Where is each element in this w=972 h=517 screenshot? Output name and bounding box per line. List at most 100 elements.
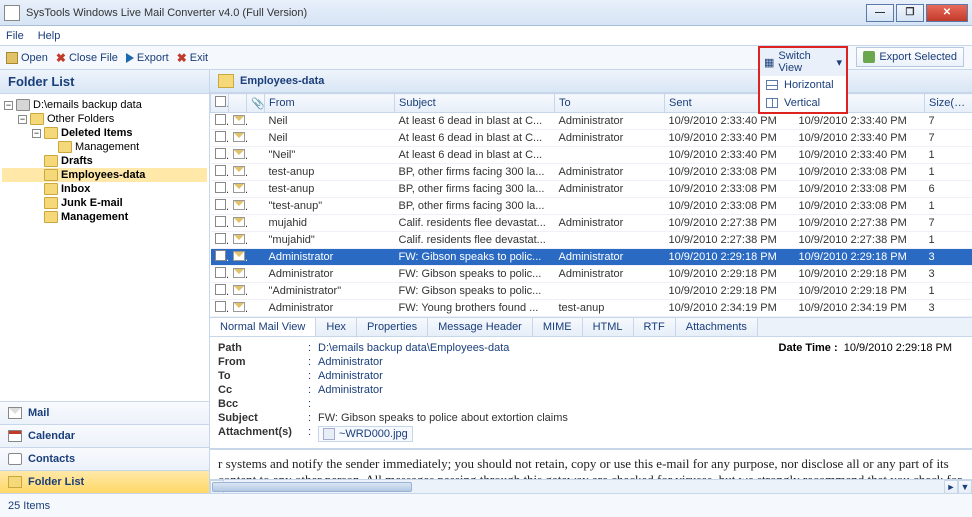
maximize-button[interactable]: ❐ xyxy=(896,4,924,22)
row-checkbox[interactable] xyxy=(215,199,226,210)
tab-properties[interactable]: Properties xyxy=(357,318,428,336)
tab-message-header[interactable]: Message Header xyxy=(428,318,533,336)
table-row[interactable]: "test-anup" BP, other firms facing 300 l… xyxy=(211,198,972,215)
switch-view-label: Switch View xyxy=(778,50,832,74)
row-checkbox[interactable] xyxy=(215,182,226,193)
close-file-button[interactable]: ✖Close File xyxy=(56,51,118,65)
col-flag[interactable]: 📎 xyxy=(247,94,265,113)
cell-size: 1 xyxy=(925,147,972,164)
table-row[interactable]: NeilAt least 6 dead in blast at C...Admi… xyxy=(211,113,972,130)
open-button[interactable]: Open xyxy=(6,52,48,64)
cell-d2: 10/9/2010 2:29:18 PM xyxy=(795,249,925,266)
menu-help[interactable]: Help xyxy=(38,30,61,42)
row-checkbox[interactable] xyxy=(215,131,226,142)
detail-tabs: Normal Mail View Hex Properties Message … xyxy=(210,317,972,337)
table-row[interactable]: AdministratorFW: Young brothers found ..… xyxy=(211,300,972,317)
horizontal-label: Horizontal xyxy=(784,79,834,91)
nav-calendar[interactable]: Calendar xyxy=(0,424,209,447)
window-title: SysTools Windows Live Mail Converter v4.… xyxy=(26,7,864,19)
cell-subject: FW: Gibson speaks to polic... xyxy=(395,266,555,283)
col-from[interactable]: From xyxy=(265,94,395,113)
col-icon[interactable] xyxy=(229,94,247,113)
table-row[interactable]: "Neil" At least 6 dead in blast at C...1… xyxy=(211,147,972,164)
export-selected-button[interactable]: Export Selected xyxy=(856,47,964,67)
folder-icon xyxy=(30,113,44,125)
col-to[interactable]: To xyxy=(555,94,665,113)
table-row[interactable]: "Administrator" FW: Gibson speaks to pol… xyxy=(211,283,972,300)
nav-contacts[interactable]: Contacts xyxy=(0,447,209,470)
col-subject[interactable]: Subject xyxy=(395,94,555,113)
table-row[interactable]: NeilAt least 6 dead in blast at C...Admi… xyxy=(211,130,972,147)
tab-hex[interactable]: Hex xyxy=(316,318,357,336)
table-row[interactable]: mujahidCalif. residents flee devastat...… xyxy=(211,215,972,232)
row-checkbox[interactable] xyxy=(215,114,226,125)
tree-node-management2[interactable]: Management xyxy=(2,210,207,224)
tab-normal[interactable]: Normal Mail View xyxy=(210,318,316,336)
cell-from: Administrator xyxy=(265,266,395,283)
tab-attachments[interactable]: Attachments xyxy=(676,318,758,336)
table-row[interactable]: AdministratorFW: Gibson speaks to polic.… xyxy=(211,266,972,283)
switch-view-button[interactable]: ▦ Switch View ▾ xyxy=(760,48,846,76)
table-row[interactable]: test-anupBP, other firms facing 300 la..… xyxy=(211,181,972,198)
switch-vertical[interactable]: Vertical xyxy=(760,94,846,112)
collapse-icon[interactable]: − xyxy=(4,101,13,110)
tree-node-inbox[interactable]: Inbox xyxy=(2,182,207,196)
folder-icon xyxy=(58,141,72,153)
export-selected-label: Export Selected xyxy=(879,51,957,63)
nav-folder-list[interactable]: Folder List xyxy=(0,470,209,493)
row-checkbox[interactable] xyxy=(215,148,226,159)
tree-node-root[interactable]: −D:\emails backup data xyxy=(2,98,207,112)
col-size[interactable]: Size(KB) xyxy=(925,94,972,113)
cell-from: Neil xyxy=(265,130,395,147)
menu-file[interactable]: File xyxy=(6,30,24,42)
nav-mail[interactable]: Mail xyxy=(0,401,209,424)
row-checkbox[interactable] xyxy=(215,267,226,278)
collapse-icon[interactable]: − xyxy=(32,129,41,138)
close-button[interactable]: ✕ xyxy=(926,4,968,22)
tree-node-employees[interactable]: Employees-data xyxy=(2,168,207,182)
exit-button[interactable]: ✖Exit xyxy=(177,51,208,65)
row-checkbox[interactable] xyxy=(215,233,226,244)
cell-to: Administrator xyxy=(555,130,665,147)
collapse-icon[interactable]: − xyxy=(18,115,27,124)
tab-rtf[interactable]: RTF xyxy=(634,318,676,336)
row-checkbox[interactable] xyxy=(215,216,226,227)
col-checkbox[interactable] xyxy=(211,94,229,113)
row-checkbox[interactable] xyxy=(215,301,226,312)
table-row[interactable]: "mujahid" Calif. residents flee devastat… xyxy=(211,232,972,249)
tree-node-drafts[interactable]: Drafts xyxy=(2,154,207,168)
scroll-right-button[interactable]: ► xyxy=(944,480,958,493)
cell-size: 7 xyxy=(925,130,972,147)
cell-subject: BP, other firms facing 300 la... xyxy=(395,164,555,181)
row-checkbox[interactable] xyxy=(215,284,226,295)
nav-label: Contacts xyxy=(28,453,75,465)
folder-list-header: Folder List xyxy=(0,70,209,94)
tab-mime[interactable]: MIME xyxy=(533,318,583,336)
minimize-button[interactable]: — xyxy=(866,4,894,22)
tree-node-management[interactable]: Management xyxy=(2,140,207,154)
attachment-label: Attachment(s) xyxy=(218,426,308,443)
folder-icon xyxy=(44,211,58,223)
export-button[interactable]: Export xyxy=(126,52,169,64)
scroll-down-button[interactable]: ▼ xyxy=(958,480,972,493)
horizontal-scrollbar[interactable]: ◄ ► ▼ xyxy=(210,479,972,493)
scroll-thumb[interactable] xyxy=(212,482,412,492)
row-checkbox[interactable] xyxy=(215,250,226,261)
cell-from: "Neil" xyxy=(265,147,395,164)
tree-node-junk[interactable]: Junk E-mail xyxy=(2,196,207,210)
tree-node-deleted[interactable]: −Deleted Items xyxy=(2,126,207,140)
row-checkbox[interactable] xyxy=(215,165,226,176)
table-row[interactable]: test-anupBP, other firms facing 300 la..… xyxy=(211,164,972,181)
vertical-label: Vertical xyxy=(784,97,820,109)
folder-icon xyxy=(8,476,22,488)
tab-html[interactable]: HTML xyxy=(583,318,634,336)
table-row[interactable]: AdministratorFW: Gibson speaks to polic.… xyxy=(211,249,972,266)
tree-label: Management xyxy=(61,211,128,223)
attachment-chip[interactable]: ~WRD000.jpg xyxy=(318,426,413,442)
chevron-down-icon: ▾ xyxy=(836,56,842,69)
cell-from: test-anup xyxy=(265,181,395,198)
tree-node-other[interactable]: −Other Folders xyxy=(2,112,207,126)
checkbox-icon[interactable] xyxy=(215,96,226,107)
switch-horizontal[interactable]: Horizontal xyxy=(760,76,846,94)
mail-body[interactable]: r systems and notify the sender immediat… xyxy=(210,449,972,479)
